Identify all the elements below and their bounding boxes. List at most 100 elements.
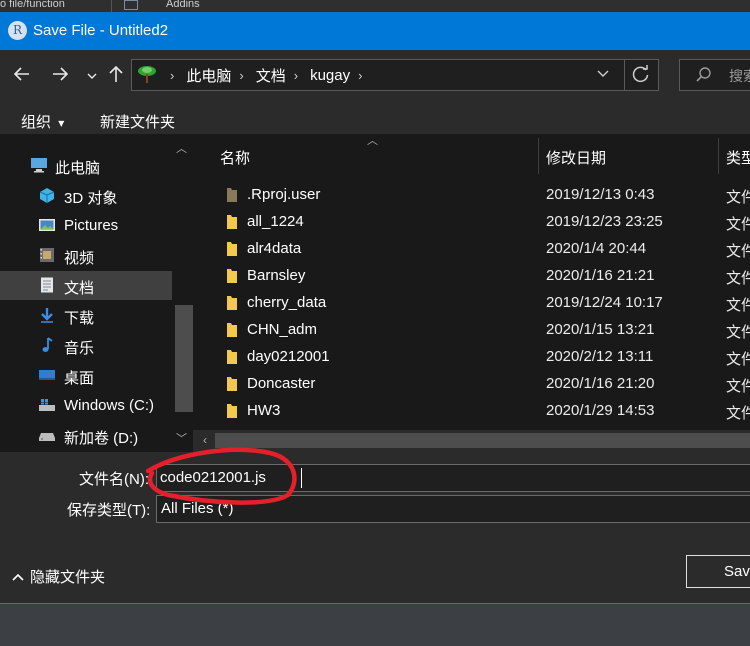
file-type: 文件 <box>726 351 750 368</box>
file-row[interactable]: alr4data 2020/1/4 20:44 文件 <box>193 235 750 262</box>
arrow-left-icon <box>13 67 29 81</box>
folder-icon <box>227 269 237 283</box>
search-icon <box>696 67 711 82</box>
downloads-icon <box>41 308 53 323</box>
nav-item-drive-c[interactable]: Windows (C:) <box>0 391 172 420</box>
title-bar: R Save File - Untitled2 <box>0 12 750 50</box>
nav-item-downloads[interactable]: 下载 <box>0 301 172 330</box>
nav-item-label: 文档 <box>64 280 95 297</box>
file-row[interactable]: CHN_adm 2020/1/15 13:21 文件 <box>193 316 750 343</box>
navigation-pane: 此电脑 3D 对象 Pictures 视频 文档 下载 音乐 桌面 Window… <box>0 134 193 452</box>
column-header-label: 名称 <box>220 150 251 167</box>
back-button[interactable] <box>12 64 32 87</box>
file-row[interactable]: cherry_data 2019/12/24 10:17 文件 <box>193 289 750 316</box>
up-button[interactable] <box>107 64 125 87</box>
navigation-scrollbar-thumb[interactable] <box>175 305 193 412</box>
file-name: day0212001 <box>247 348 330 365</box>
nav-item-label: 新加卷 (D:) <box>64 430 139 447</box>
column-header-name[interactable]: 名称 <box>193 134 538 178</box>
file-row[interactable]: Barnsley 2020/1/16 21:21 文件 <box>193 262 750 289</box>
organize-button[interactable]: 组织 ▾ <box>21 111 64 132</box>
addins-menu[interactable]: Addins <box>166 0 200 10</box>
nav-item-drive-d[interactable]: 新加卷 (D:) <box>0 421 172 450</box>
nav-item-label: 3D 对象 <box>64 190 118 207</box>
nav-item-label: 音乐 <box>64 340 95 357</box>
nav-item-label: Windows (C:) <box>64 397 155 414</box>
documents-icon <box>41 277 53 293</box>
save-button[interactable]: Save <box>686 555 750 588</box>
file-list: ︿ 名称 修改日期 类型 .Rproj.user 2019/12/13 0:43… <box>193 134 750 452</box>
file-name: all_1224 <box>247 213 304 230</box>
file-row[interactable]: .Rproj.user 2019/12/13 0:43 文件 <box>193 181 750 208</box>
nav-item-label: 下载 <box>64 310 95 327</box>
breadcrumb-this-pc[interactable]: 此电脑 <box>186 65 231 86</box>
chevron-right-icon[interactable]: › <box>239 68 243 83</box>
file-date: 2020/1/15 13:21 <box>546 321 655 338</box>
filename-field[interactable]: code0212001.js <box>156 464 750 492</box>
tree-icon <box>138 66 156 83</box>
nav-item-music[interactable]: 音乐 <box>0 331 172 360</box>
file-type: 文件 <box>726 297 750 314</box>
pictures-icon <box>39 219 55 231</box>
scroll-down-icon[interactable]: ﹀ <box>176 430 187 446</box>
background-label: o file/function <box>0 0 65 10</box>
file-name: Doncaster <box>247 375 316 392</box>
breadcrumb-documents[interactable]: 文档 <box>256 65 286 86</box>
scroll-left-icon[interactable]: ‹ <box>203 433 207 447</box>
nav-item-label: Pictures <box>64 217 119 234</box>
file-type: 文件 <box>726 378 750 395</box>
chevron-right-icon[interactable]: › <box>294 68 298 83</box>
nav-item-videos[interactable]: 视频 <box>0 241 172 270</box>
filetype-select[interactable]: All Files (*) <box>156 495 750 523</box>
chevron-right-icon[interactable]: › <box>358 68 362 83</box>
file-row[interactable]: Doncaster 2020/1/16 21:20 文件 <box>193 370 750 397</box>
folder-icon <box>227 350 237 364</box>
text-caret <box>301 468 302 488</box>
arrow-right-icon <box>53 67 69 81</box>
nav-item-this-pc[interactable]: 此电脑 <box>0 151 172 180</box>
nav-item-label: 视频 <box>64 250 95 267</box>
file-row[interactable]: all_1224 2019/12/23 23:25 文件 <box>193 208 750 235</box>
file-name: alr4data <box>247 240 302 257</box>
divider <box>111 0 112 12</box>
organize-label: 组织 <box>21 114 52 131</box>
file-type: 文件 <box>726 216 750 233</box>
nav-item-3d-objects[interactable]: 3D 对象 <box>0 181 172 210</box>
address-bar[interactable]: › 此电脑 › 文档 › kugay › <box>131 59 659 91</box>
file-type: 文件 <box>726 324 750 341</box>
forward-button[interactable] <box>50 64 70 87</box>
recent-locations-button[interactable] <box>86 67 98 85</box>
search-input[interactable]: 搜索 <box>679 59 750 91</box>
hide-folders-button[interactable]: 隐藏文件夹 <box>12 566 105 587</box>
folder-icon <box>227 296 237 310</box>
nav-item-desktop[interactable]: 桌面 <box>0 361 172 390</box>
column-header-date[interactable]: 修改日期 <box>539 134 718 178</box>
r-app-icon: R <box>8 21 27 40</box>
filename-value: code0212001.js <box>160 469 266 486</box>
horizontal-scrollbar[interactable]: ‹ <box>193 430 750 452</box>
horizontal-scrollbar-thumb[interactable] <box>215 433 750 448</box>
folder-icon <box>227 323 237 337</box>
file-row[interactable]: day0212001 2020/2/12 13:11 文件 <box>193 343 750 370</box>
scroll-up-icon[interactable]: ︿ <box>176 140 187 156</box>
drive-d-icon <box>39 433 55 441</box>
address-dropdown-icon[interactable] <box>596 66 610 80</box>
column-header-type[interactable]: 类型 <box>719 134 750 178</box>
music-icon <box>42 337 53 352</box>
3d-objects-icon <box>39 188 55 203</box>
chevron-down-icon: ▾ <box>58 116 65 130</box>
new-folder-button[interactable]: 新建文件夹 <box>100 111 175 132</box>
column-header-label: 类型 <box>726 150 750 167</box>
chevron-up-icon <box>12 573 24 581</box>
file-type: 文件 <box>726 270 750 287</box>
nav-item-label: 此电脑 <box>55 160 101 177</box>
nav-item-pictures[interactable]: Pictures <box>0 211 172 240</box>
file-row[interactable]: HW3 2020/1/29 14:53 文件 <box>193 397 750 424</box>
refresh-icon[interactable] <box>630 63 652 85</box>
arrow-up-icon <box>109 65 123 82</box>
file-date: 2020/1/16 21:20 <box>546 375 655 392</box>
breadcrumb-kugay[interactable]: kugay <box>310 67 350 84</box>
file-date: 2020/1/16 21:21 <box>546 267 655 284</box>
file-date: 2019/12/24 10:17 <box>546 294 663 311</box>
nav-item-documents[interactable]: 文档 <box>0 271 172 300</box>
